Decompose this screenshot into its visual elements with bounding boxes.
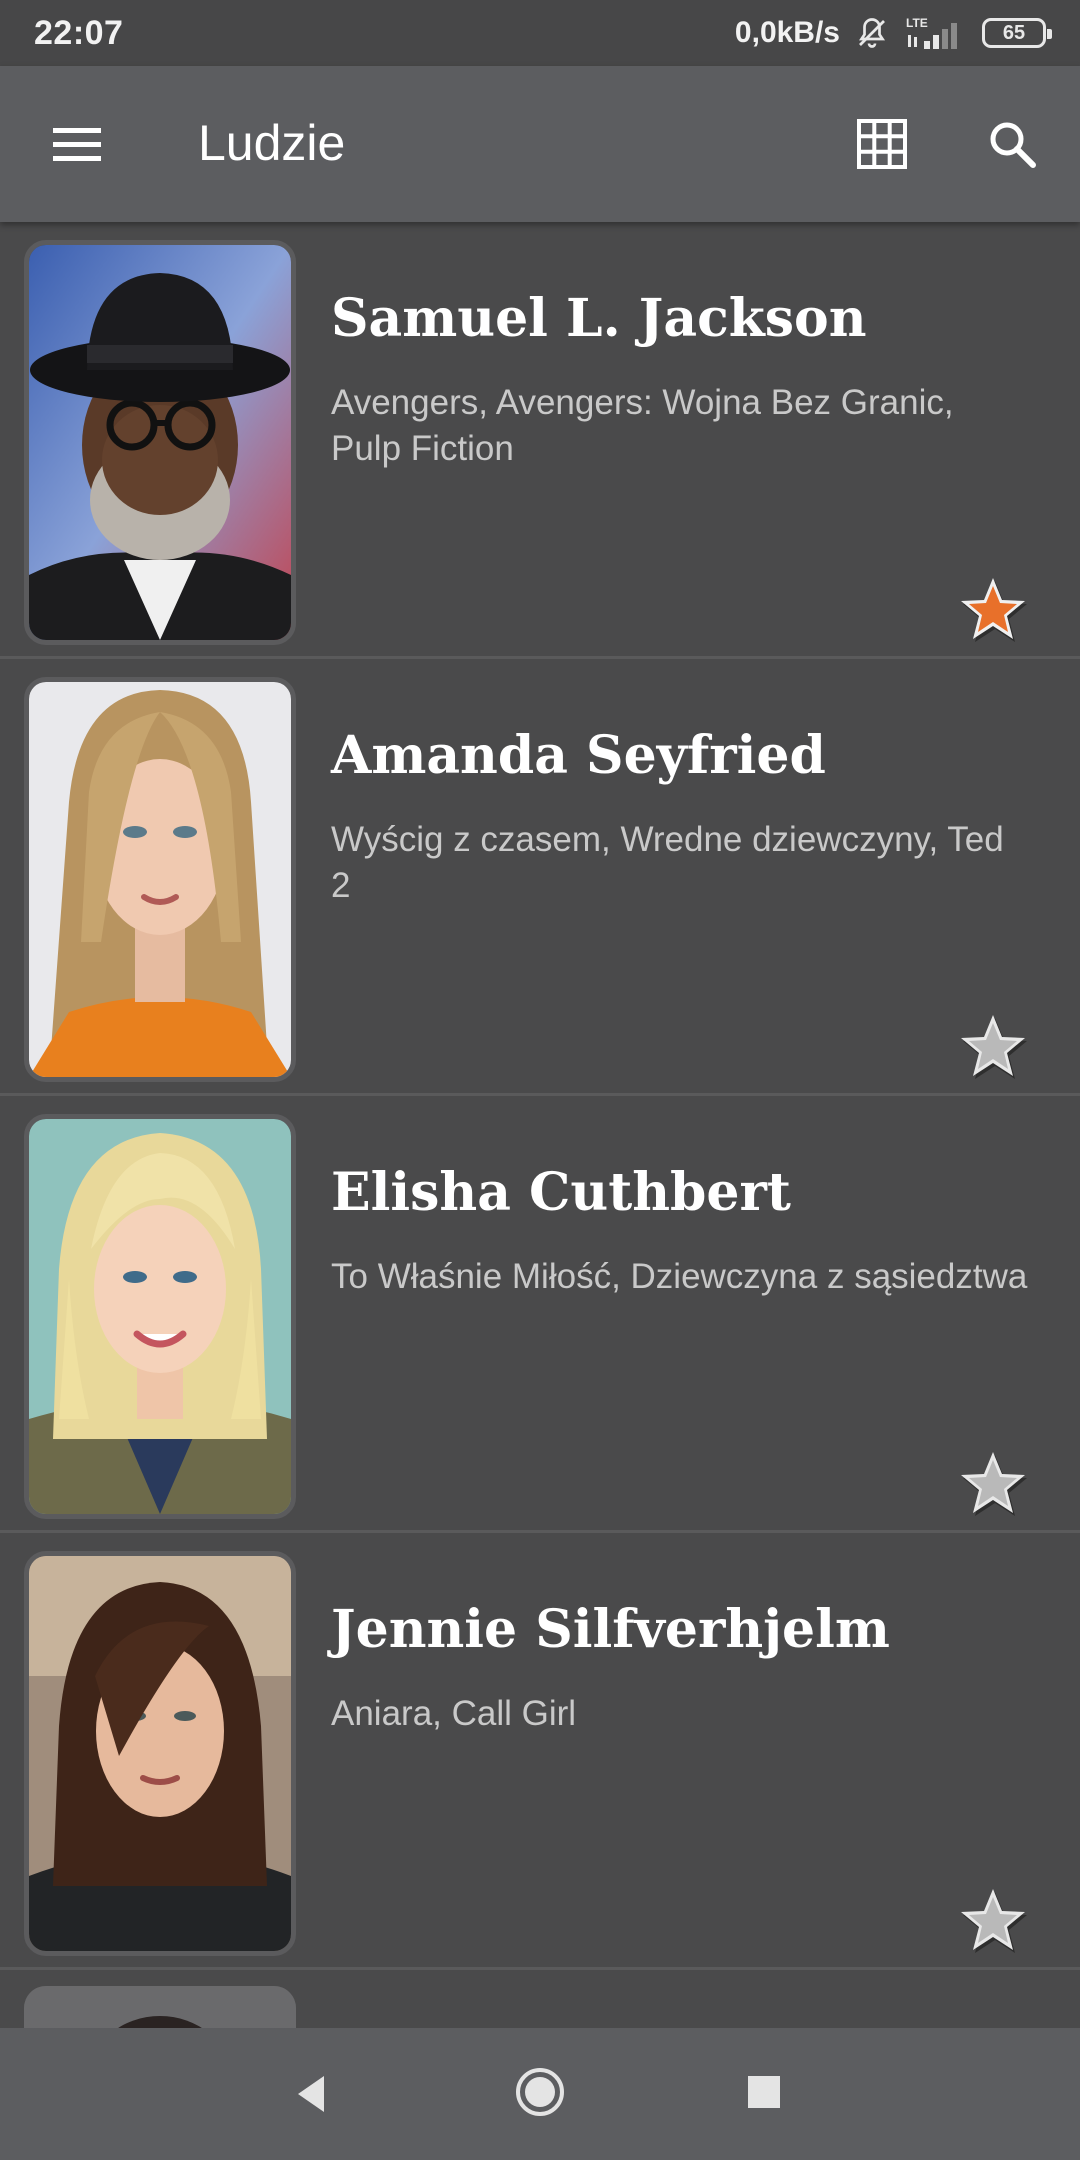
person-card[interactable]: Amanda Seyfried Wyścig z czasem, Wredne … [0, 659, 1080, 1096]
person-photo [24, 240, 296, 645]
status-right: 0,0kB/s LTE 65 [734, 15, 1052, 51]
person-name: Samuel L. Jackson [331, 288, 867, 349]
favorite-star-icon[interactable] [958, 1011, 1028, 1081]
bell-muted-icon [854, 15, 890, 51]
app-root: 22:07 0,0kB/s LTE 65 Ludzie Samuel L. Ja… [0, 0, 1080, 2160]
app-toolbar: Ludzie [0, 66, 1080, 222]
person-films: Wyścig z czasem, Wredne dziewczyny, Ted … [331, 820, 1004, 905]
status-time: 22:07 [34, 13, 124, 52]
navigation-bar [0, 2028, 1080, 2160]
person-name: Jennie Silfverhjelm [331, 1599, 890, 1660]
signal-icon: LTE [904, 15, 968, 51]
network-type-label: LTE [906, 16, 928, 30]
network-speed: 0,0kB/s [734, 16, 840, 49]
person-card[interactable]: Elisha Cuthbert To Właśnie Miłość, Dziew… [0, 1096, 1080, 1533]
battery-level: 65 [1002, 21, 1026, 44]
person-card[interactable]: Samuel L. Jackson Avengers, Avengers: Wo… [0, 222, 1080, 659]
search-icon [990, 122, 1036, 168]
favorite-star-icon[interactable] [958, 1885, 1028, 1955]
person-films: Aniara, Call Girl [331, 1694, 577, 1733]
person-name: Elisha Cuthbert [331, 1162, 791, 1223]
person-films: To Właśnie Miłość, Dziewczyna z sąsiedzt… [331, 1257, 1028, 1296]
person-photo [24, 677, 296, 1082]
people-list: Samuel L. Jackson Avengers, Avengers: Wo… [0, 222, 1080, 2050]
person-name: Amanda Seyfried [331, 725, 826, 786]
person-films: Avengers, Avengers: Wojna Bez Granic, Pu… [331, 383, 954, 468]
page-title: Ludzie [198, 115, 346, 171]
person-photo [24, 1114, 296, 1519]
person-photo [24, 1551, 296, 1956]
home-icon[interactable] [514, 2066, 566, 2118]
grid-view-icon [857, 119, 907, 169]
status-bar: 22:07 0,0kB/s LTE 65 [0, 0, 1080, 66]
search-button[interactable] [978, 110, 1046, 178]
favorite-star-icon[interactable] [958, 1448, 1028, 1518]
menu-button[interactable] [40, 112, 114, 176]
favorite-star-icon[interactable] [958, 574, 1028, 644]
hamburger-menu-icon [53, 128, 101, 161]
recents-icon[interactable] [746, 2074, 782, 2110]
grid-view-button[interactable] [848, 110, 916, 178]
person-card[interactable]: Jennie Silfverhjelm Aniara, Call Girl [0, 1533, 1080, 1970]
battery-icon: 65 [982, 18, 1052, 48]
back-icon[interactable] [292, 2072, 336, 2116]
